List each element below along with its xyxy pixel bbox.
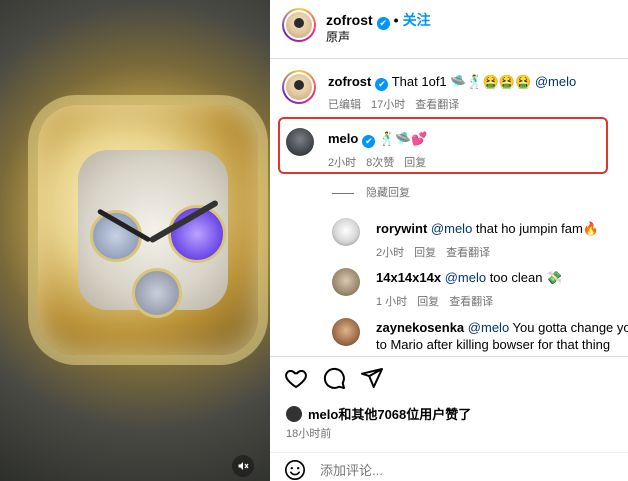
comment-username[interactable]: melo — [328, 131, 358, 146]
add-comment-bar — [270, 452, 628, 481]
header-username[interactable]: zofrost — [326, 12, 373, 28]
reply-translate[interactable]: 查看翻译 — [449, 296, 493, 308]
caption-edited: 已编辑 — [328, 99, 361, 111]
verified-badge-icon: ✔ — [375, 78, 389, 91]
reply-zaynekosenka: zaynekosenka @melo You gotta change you — [376, 320, 628, 335]
reply-button[interactable]: 回复 — [404, 157, 426, 169]
caption-time[interactable]: 17小时 — [371, 99, 405, 111]
reply-username[interactable]: rorywint — [376, 221, 427, 236]
hide-replies-button[interactable]: 隐藏回复 — [332, 184, 410, 200]
reply-time[interactable]: 1 小时 — [376, 296, 407, 308]
reply-meta: 1 小时 回复 查看翻译 — [376, 293, 503, 309]
comment-time[interactable]: 2小时 — [328, 157, 356, 169]
caption-username[interactable]: zofrost — [328, 74, 371, 89]
reply-rorywint: rorywint @melo that ho jumpin fam🔥 — [376, 221, 599, 237]
reply-mention[interactable]: @melo — [468, 320, 509, 335]
caption-avatar[interactable] — [282, 70, 316, 104]
emoji-icon[interactable] — [284, 459, 306, 481]
comment-icon[interactable] — [322, 366, 346, 390]
reply-avatar-14x14x14x[interactable] — [332, 268, 360, 296]
reply-14x14x14x: 14x14x14x @melo too clean 💸 — [376, 270, 562, 286]
reply-username[interactable]: 14x14x14x — [376, 270, 441, 285]
caption-meta: 已编辑 17小时 查看翻译 — [328, 96, 469, 112]
watch-subdial-bottom — [132, 268, 182, 318]
hide-replies-label: 隐藏回复 — [366, 187, 410, 199]
reply-meta: 2小时 回复 查看翻译 — [376, 244, 500, 260]
send-icon[interactable] — [360, 366, 384, 390]
reply-avatar-rorywint[interactable] — [332, 218, 360, 246]
reply-mention[interactable]: @melo — [431, 221, 472, 236]
comment-avatar-melo[interactable] — [286, 128, 314, 156]
reply-username[interactable]: zaynekosenka — [376, 320, 464, 335]
liker-avatar — [286, 406, 302, 422]
action-bar — [284, 366, 384, 390]
likes-text: melo和其他7068位用户赞了 — [308, 407, 472, 422]
heart-icon[interactable] — [284, 366, 308, 390]
post-media[interactable] — [0, 0, 270, 481]
reply-body: that ho jumpin fam🔥 — [472, 221, 600, 236]
volume-mute-icon[interactable] — [232, 455, 254, 477]
comment-likes[interactable]: 8次赞 — [366, 157, 394, 169]
post-panel: zofrost ✔ • 关注 原声 zofrost ✔ That 1of1 🛸🕺🤮🤮🤮 … — [270, 0, 628, 481]
actions-divider — [270, 356, 628, 357]
post-timestamp[interactable]: 18小时前 — [286, 425, 331, 441]
reply-mention[interactable]: @melo — [445, 270, 486, 285]
follow-button[interactable]: 关注 — [403, 12, 431, 28]
header-divider — [270, 58, 628, 59]
reply-time[interactable]: 2小时 — [376, 247, 404, 259]
verified-badge-icon: ✔ — [362, 135, 376, 148]
separator-dot: • — [393, 12, 399, 28]
verified-badge-icon: ✔ — [376, 17, 390, 30]
header-user-row: zofrost ✔ • 关注 — [326, 10, 431, 30]
caption-mention[interactable]: @melo — [535, 74, 576, 89]
reply-avatar-zaynekosenka[interactable] — [332, 318, 360, 346]
audio-label[interactable]: 原声 — [326, 28, 350, 45]
hide-replies-line — [332, 192, 354, 194]
comment-body: 🕺🛸💕 — [378, 131, 428, 146]
comment-input[interactable] — [320, 463, 600, 478]
caption-translate[interactable]: 查看翻译 — [415, 99, 459, 111]
comment-melo: melo ✔ 🕺🛸💕 — [328, 131, 428, 148]
caption-text: zofrost ✔ That 1of1 🛸🕺🤮🤮🤮 @melo — [328, 74, 576, 91]
reply-body: too clean 💸 — [486, 270, 563, 285]
comment-meta: 2小时 8次赞 回复 — [328, 154, 436, 170]
reply-translate[interactable]: 查看翻译 — [446, 247, 490, 259]
reply-body: You gotta change you — [509, 320, 628, 335]
caption-body: That 1of1 🛸🕺🤮🤮🤮 — [391, 74, 532, 89]
reply-button[interactable]: 回复 — [417, 296, 439, 308]
reply-body-continued: to Mario after killing bowser for that t… — [376, 337, 611, 352]
likes-summary[interactable]: melo和其他7068位用户赞了 — [286, 404, 471, 423]
header-avatar[interactable] — [282, 8, 316, 42]
reply-button[interactable]: 回复 — [414, 247, 436, 259]
